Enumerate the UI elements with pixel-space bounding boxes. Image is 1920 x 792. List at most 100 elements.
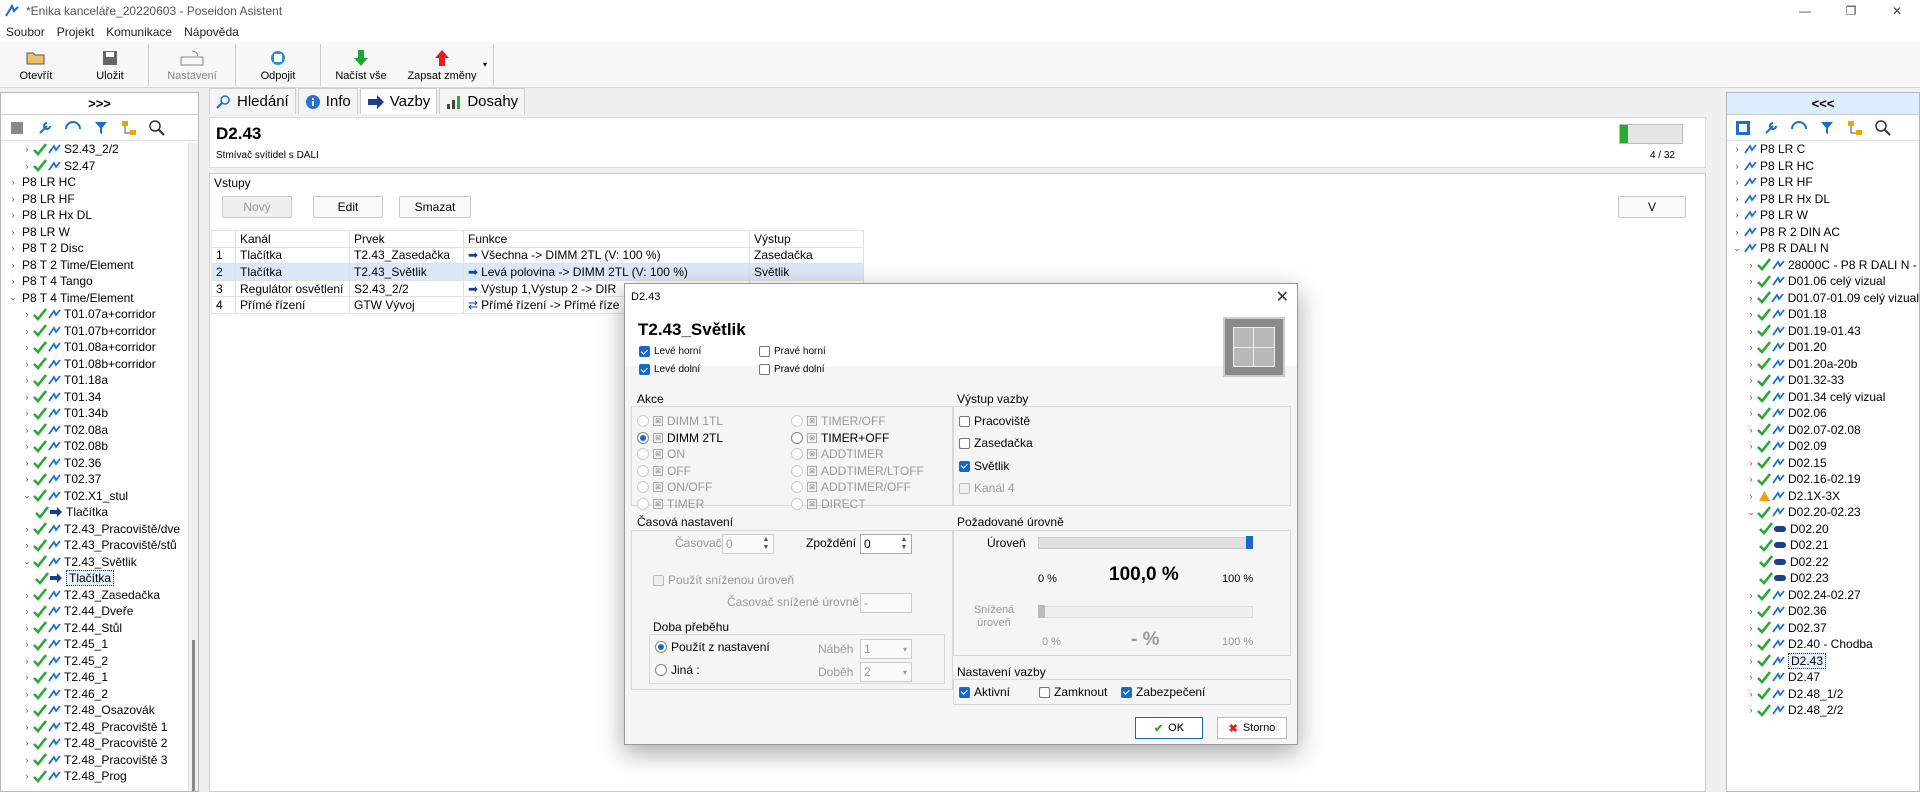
tree-item[interactable]: › T01.08a+corridor xyxy=(1,339,198,356)
ramp-down-select[interactable]: 2 ▾ xyxy=(860,662,912,682)
tree-item[interactable]: › D02.36 xyxy=(1727,603,1919,620)
chevron-right-icon[interactable]: › xyxy=(1745,375,1757,385)
menu-project[interactable]: Projekt xyxy=(51,25,100,39)
tab-info[interactable]: Info xyxy=(297,88,358,114)
chevron-right-icon[interactable]: › xyxy=(1731,177,1743,187)
action-radio[interactable]: ⊠ OFF xyxy=(637,464,691,478)
write-changes-button[interactable]: Zapsat změny xyxy=(401,42,483,88)
tab-bindings[interactable]: Vazby xyxy=(359,88,438,114)
close-icon[interactable]: ✕ xyxy=(1874,0,1920,22)
load-all-button[interactable]: Načíst vše xyxy=(321,42,401,88)
search-icon[interactable] xyxy=(1871,117,1895,139)
tree-item[interactable]: › T02.36 xyxy=(1,455,198,472)
chevron-right-icon[interactable]: › xyxy=(1731,194,1743,204)
chevron-right-icon[interactable]: › xyxy=(21,771,33,781)
action-radio[interactable]: ⊠ ADDTIMER/LTOFF xyxy=(791,464,924,478)
chevron-right-icon[interactable]: › xyxy=(21,672,33,682)
chevron-right-icon[interactable]: › xyxy=(1745,590,1757,600)
tree-item[interactable]: › T2.46_2 xyxy=(1,686,198,703)
tree-item[interactable]: › D01.32-33 xyxy=(1727,372,1919,389)
tree-item[interactable]: › P8 R 2 DIN AC xyxy=(1727,224,1919,241)
chevron-right-icon[interactable]: › xyxy=(7,243,19,253)
tree-item[interactable]: › P8 LR HF xyxy=(1,191,198,208)
disconnect-button[interactable]: Odpojit xyxy=(236,42,320,88)
tree-item[interactable]: › D01.20 xyxy=(1727,339,1919,356)
delete-button[interactable]: Smazat xyxy=(399,196,471,218)
tree-item[interactable]: › D2.47 xyxy=(1727,669,1919,686)
left-scrollbar[interactable] xyxy=(188,143,198,791)
tree-item[interactable]: › T2.44_Stůl xyxy=(1,620,198,637)
tree-item[interactable]: › D2.43 xyxy=(1727,652,1919,670)
network-icon[interactable] xyxy=(1787,117,1811,139)
stop-icon[interactable] xyxy=(5,117,29,139)
tree-item[interactable]: › T01.34 xyxy=(1,389,198,406)
chevron-right-icon[interactable]: › xyxy=(21,458,33,468)
action-radio[interactable]: ⊠ DIRECT xyxy=(791,497,866,511)
tree-item[interactable]: › D01.19-01.43 xyxy=(1727,323,1919,340)
col-channel[interactable]: Kanál xyxy=(235,230,350,248)
tree-item[interactable]: › D2.40 - Chodba xyxy=(1727,636,1919,653)
restore-icon[interactable]: ❐ xyxy=(1828,0,1874,22)
action-radio[interactable]: ⊠ TIMER xyxy=(637,497,704,511)
chevron-right-icon[interactable]: › xyxy=(1745,705,1757,715)
tree-item[interactable]: ⌄ P8 T 4 Time/Element xyxy=(1,290,198,307)
tree-item[interactable]: › T2.45_1 xyxy=(1,636,198,653)
chevron-right-icon[interactable]: › xyxy=(1745,491,1757,501)
chevron-right-icon[interactable]: › xyxy=(21,326,33,336)
new-button[interactable]: Nový xyxy=(222,196,292,218)
chevron-right-icon[interactable]: › xyxy=(21,161,33,171)
chevron-right-icon[interactable]: › xyxy=(1745,623,1757,633)
chevron-right-icon[interactable]: › xyxy=(21,408,33,418)
chevron-right-icon[interactable]: › xyxy=(1745,260,1757,270)
chevron-right-icon[interactable]: › xyxy=(1745,309,1757,319)
tree-item[interactable]: › T2.43_Pracoviště/stů xyxy=(1,537,198,554)
chevron-right-icon[interactable]: › xyxy=(1745,359,1757,369)
col-output[interactable]: Výstup xyxy=(749,230,864,248)
chevron-right-icon[interactable]: › xyxy=(21,722,33,732)
action-radio[interactable]: ⊠ ADDTIMER/OFF xyxy=(791,480,911,494)
tree-item[interactable]: › P8 T 2 Time/Element xyxy=(1,257,198,274)
tree-item[interactable]: › P8 LR W xyxy=(1727,207,1919,224)
expand-right-button[interactable]: <<< xyxy=(1727,93,1919,115)
level-slider[interactable] xyxy=(1038,537,1253,549)
chevron-down-icon[interactable]: ⌄ xyxy=(7,292,19,303)
chevron-right-icon[interactable]: › xyxy=(21,623,33,633)
chevron-right-icon[interactable]: › xyxy=(1745,639,1757,649)
chevron-right-icon[interactable]: › xyxy=(21,656,33,666)
tree-item[interactable]: › P8 LR C xyxy=(1727,141,1919,158)
hierarchy-icon[interactable] xyxy=(117,117,141,139)
output-channel4-checkbox[interactable]: Kanál 4 xyxy=(959,481,1015,495)
ramp-other-radio[interactable]: Jiná : xyxy=(655,663,700,677)
tree-item[interactable]: › T01.34b xyxy=(1,405,198,422)
chevron-right-icon[interactable]: › xyxy=(21,375,33,385)
chevron-right-icon[interactable]: › xyxy=(1745,408,1757,418)
ramp-up-select[interactable]: 1 ▾ xyxy=(860,639,912,659)
active-checkbox[interactable]: Aktivní xyxy=(959,685,1010,699)
device-icon[interactable] xyxy=(1731,117,1755,139)
close-icon[interactable]: ✕ xyxy=(1276,287,1289,307)
tree-item[interactable]: › D02.06 xyxy=(1727,405,1919,422)
action-radio[interactable]: ⊠ ON xyxy=(637,447,685,461)
tree-item[interactable]: › T01.18a xyxy=(1,372,198,389)
chevron-right-icon[interactable]: › xyxy=(1745,672,1757,682)
write-changes-dropdown-icon[interactable]: ▾ xyxy=(483,42,493,87)
v-button[interactable]: V xyxy=(1618,196,1686,218)
chevron-right-icon[interactable]: › xyxy=(1731,227,1743,237)
tree-item[interactable]: › P8 T 4 Tango xyxy=(1,273,198,290)
tree-item[interactable]: › T2.48_Pracoviště 2 xyxy=(1,735,198,752)
tree-item[interactable]: › S2.43_2/2 xyxy=(1,141,198,158)
hierarchy-icon[interactable] xyxy=(1843,117,1867,139)
action-radio[interactable]: ⊠ TIMER+OFF xyxy=(791,431,889,445)
chevron-right-icon[interactable]: › xyxy=(1745,606,1757,616)
secure-checkbox[interactable]: Zabezpečení xyxy=(1121,685,1205,699)
chevron-right-icon[interactable]: › xyxy=(1745,458,1757,468)
col-element[interactable]: Prvek xyxy=(349,230,464,248)
col-function[interactable]: Funkce xyxy=(463,230,750,248)
tree-item[interactable]: › S2.47 xyxy=(1,158,198,175)
tree-item[interactable]: › P8 LR HC xyxy=(1727,158,1919,175)
chevron-right-icon[interactable]: › xyxy=(7,194,19,204)
filter-icon[interactable] xyxy=(89,117,113,139)
chevron-right-icon[interactable]: › xyxy=(21,689,33,699)
tree-item[interactable]: › T2.45_2 xyxy=(1,653,198,670)
level-slider-thumb[interactable] xyxy=(1246,536,1253,549)
